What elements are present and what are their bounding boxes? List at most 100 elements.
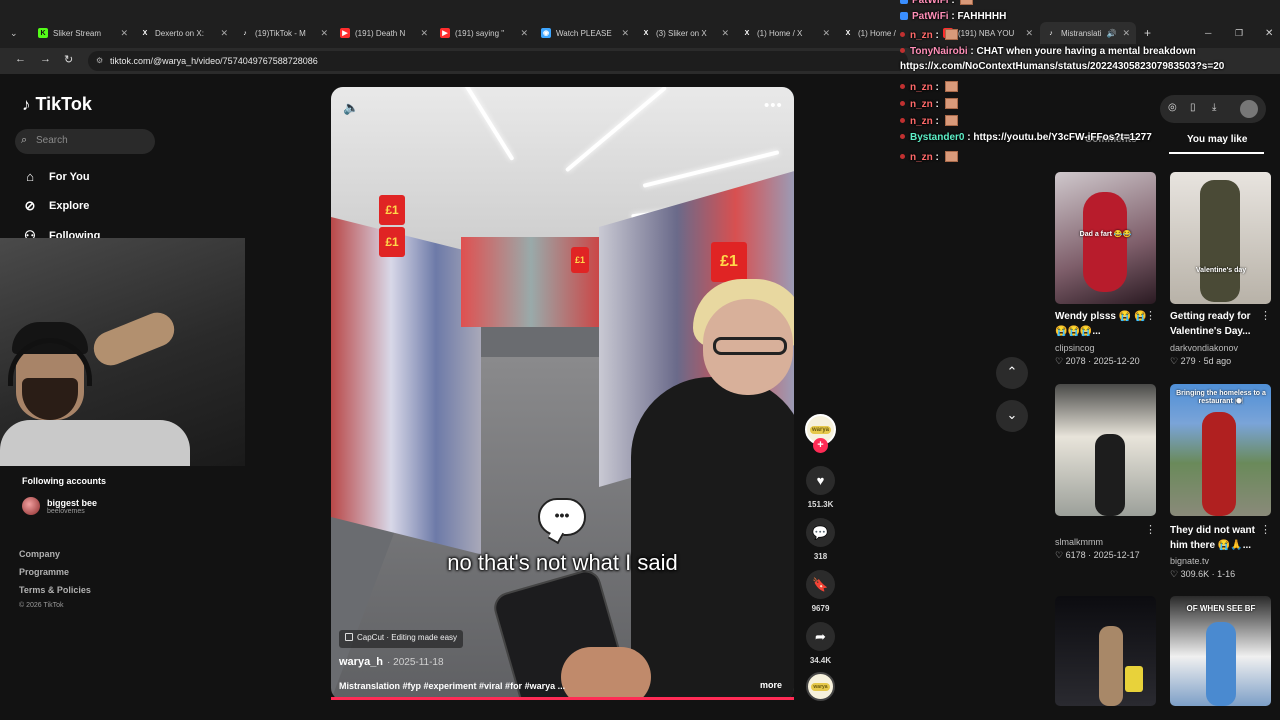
site-info-icon[interactable]: ⚙ [96, 56, 103, 65]
chat-username: n_zn [910, 152, 933, 163]
tab-mistranslation-active[interactable]: ♪ Mistranslati 🔊 ✕ [1040, 22, 1136, 44]
maximize-button[interactable]: ❐ [1235, 22, 1247, 44]
minimize-button[interactable]: ─ [1205, 22, 1217, 44]
card-title[interactable]: Getting ready for Valentine's Day... [1170, 309, 1266, 339]
tab-youtube-saying[interactable]: ▶ (191) saying " ✕ [440, 22, 528, 44]
previous-video-button[interactable]: ⌃ [996, 357, 1028, 389]
close-icon[interactable]: ✕ [320, 28, 328, 39]
tab-title: Watch PLEASE [556, 28, 612, 38]
close-icon[interactable]: ✕ [520, 28, 528, 39]
new-tab-button[interactable]: + [1144, 22, 1158, 44]
card-author[interactable]: slmalkmmm [1055, 537, 1103, 547]
card-author[interactable]: clipsincog [1055, 343, 1095, 353]
video-thumbnail[interactable]: Dad a fart 😂😂 [1055, 172, 1156, 304]
card-author[interactable]: bignate.tv [1170, 556, 1209, 566]
nav-label: Explore [49, 200, 90, 212]
more-options-icon[interactable]: ••• [764, 97, 783, 114]
tab-title: (19)TikTok - M [255, 28, 306, 38]
card-title[interactable]: Wendy plsss 😭 😭😭😭😭... [1055, 309, 1151, 339]
post-date: · 2025-11-18 [387, 657, 444, 668]
following-account[interactable]: biggest bee beelovemes [22, 497, 97, 515]
chat-emote-icon [944, 98, 958, 109]
close-icon[interactable]: ✕ [1025, 28, 1033, 39]
search-input[interactable]: ⌕ Search [15, 129, 155, 154]
tab-watch-please[interactable]: ◉ Watch PLEASE ✕ [541, 22, 629, 44]
tab-dexerto-x[interactable]: X Dexerto on X: ✕ [140, 22, 228, 44]
tab-you-may-like[interactable]: You may like [1187, 134, 1247, 145]
tab-list-button[interactable]: ⌄ [10, 22, 28, 44]
nav-for-you[interactable]: ⌂ For You [22, 169, 89, 184]
thumb-figure [1083, 192, 1127, 292]
chat-text: : [932, 30, 942, 41]
more-options-icon[interactable]: ⋮ [1145, 523, 1156, 536]
chat-message: n_zn : [900, 115, 958, 127]
video-thumbnail[interactable]: Bringing the homeless to a restaurant 🍽️ [1170, 384, 1271, 516]
music-disc[interactable]: warya [806, 672, 835, 701]
footer-programme-link[interactable]: Programme [19, 567, 69, 577]
video-player[interactable]: £1 £1 £1 £1 [331, 87, 794, 700]
tab-title: Dexerto on X: [155, 28, 204, 38]
tab-sliker-stream[interactable]: K Sliker Stream ✕ [38, 22, 128, 44]
tab-home-x[interactable]: X (1) Home / X ✕ [742, 22, 830, 44]
chat-text: https://x.com/NoContextHumans/status/202… [900, 61, 1225, 72]
forward-arrow-icon[interactable]: → [40, 53, 51, 65]
back-arrow-icon[interactable]: ← [15, 53, 26, 65]
video-thumbnail[interactable] [1055, 384, 1156, 516]
footer-company-link[interactable]: Company [19, 549, 60, 559]
thumb-overlay-text: Dad a fart 😂😂 [1079, 231, 1132, 238]
capcut-tag[interactable]: CapCut · Editing made easy [339, 630, 464, 648]
device-icon[interactable]: ▯ [1190, 102, 1196, 113]
close-icon[interactable]: ✕ [621, 28, 629, 39]
share-button[interactable]: ➦ [806, 622, 835, 651]
close-icon[interactable]: ✕ [120, 28, 128, 39]
reload-icon[interactable]: ↻ [64, 53, 73, 66]
like-button[interactable]: ♥ [806, 466, 835, 495]
follow-plus-button[interactable]: + [813, 438, 828, 453]
chat-emote-icon [944, 29, 958, 40]
close-icon[interactable]: ✕ [721, 28, 729, 39]
avatar[interactable] [1240, 100, 1258, 118]
audio-playing-icon[interactable]: 🔊 [1106, 29, 1116, 38]
tab-title: (191) Death N [355, 28, 406, 38]
volume-icon[interactable]: 🔈 [343, 100, 359, 116]
video-thumbnail[interactable]: OF WHEN SEE BF [1170, 596, 1271, 706]
tab-tiktok[interactable]: ♪ (19)TikTok - M ✕ [240, 22, 328, 44]
close-icon[interactable]: ✕ [220, 28, 228, 39]
card-author[interactable]: darkvondiakonov [1170, 343, 1238, 353]
close-icon[interactable]: ✕ [420, 28, 428, 39]
nav-explore[interactable]: ⊘ Explore [22, 198, 90, 214]
tab-youtube-death[interactable]: ▶ (191) Death N ✕ [340, 22, 428, 44]
close-icon[interactable]: ✕ [822, 28, 830, 39]
chat-badge-icon [900, 84, 905, 89]
youtube-icon: ▶ [340, 28, 350, 38]
more-options-icon[interactable]: ⋮ [1260, 309, 1271, 322]
card-stats: ♡ 2078 · 2025-12-20 [1055, 356, 1140, 366]
save-button[interactable]: 🔖 [806, 570, 835, 599]
video-thumbnail[interactable]: Valentine's day [1170, 172, 1271, 304]
tab-sliker-x[interactable]: X (3) Sliker on X ✕ [641, 22, 729, 44]
tab-home-x-2[interactable]: X (1) Home / [843, 22, 899, 44]
chat-message: https://x.com/NoContextHumans/status/202… [900, 61, 1224, 72]
price-sign: £1 [379, 195, 405, 225]
footer-terms-link[interactable]: Terms & Policies [19, 585, 91, 595]
url-input[interactable]: ⚙ tiktok.com/@warya_h/video/757404976758… [88, 51, 908, 71]
comment-button[interactable]: 💬 [806, 518, 835, 547]
more-options-icon[interactable]: ⋮ [1260, 523, 1271, 536]
close-icon[interactable]: ✕ [1122, 28, 1130, 39]
search-placeholder: Search [36, 135, 68, 146]
tiktok-icon: ♪ [243, 29, 247, 37]
more-button[interactable]: more [760, 680, 782, 690]
card-title[interactable]: They did not want him there 😭🙏... [1170, 523, 1266, 553]
next-video-button[interactable]: ⌄ [996, 400, 1028, 432]
more-options-icon[interactable]: ⋮ [1145, 309, 1156, 322]
video-author[interactable]: warya_h · 2025-11-18 [339, 656, 444, 668]
window-close-button[interactable]: ✕ [1265, 22, 1277, 44]
avatar [22, 497, 40, 515]
chat-text: : FAHHHHH [948, 11, 1007, 22]
download-icon[interactable]: ⤓ [1212, 102, 1216, 113]
chat-text: : [932, 152, 942, 163]
tiktok-logo[interactable]: ♪ TikTok [22, 94, 92, 115]
compass-icon[interactable]: ◎ [1168, 102, 1177, 113]
video-progress-bar[interactable] [331, 697, 794, 700]
video-thumbnail[interactable] [1055, 596, 1156, 706]
